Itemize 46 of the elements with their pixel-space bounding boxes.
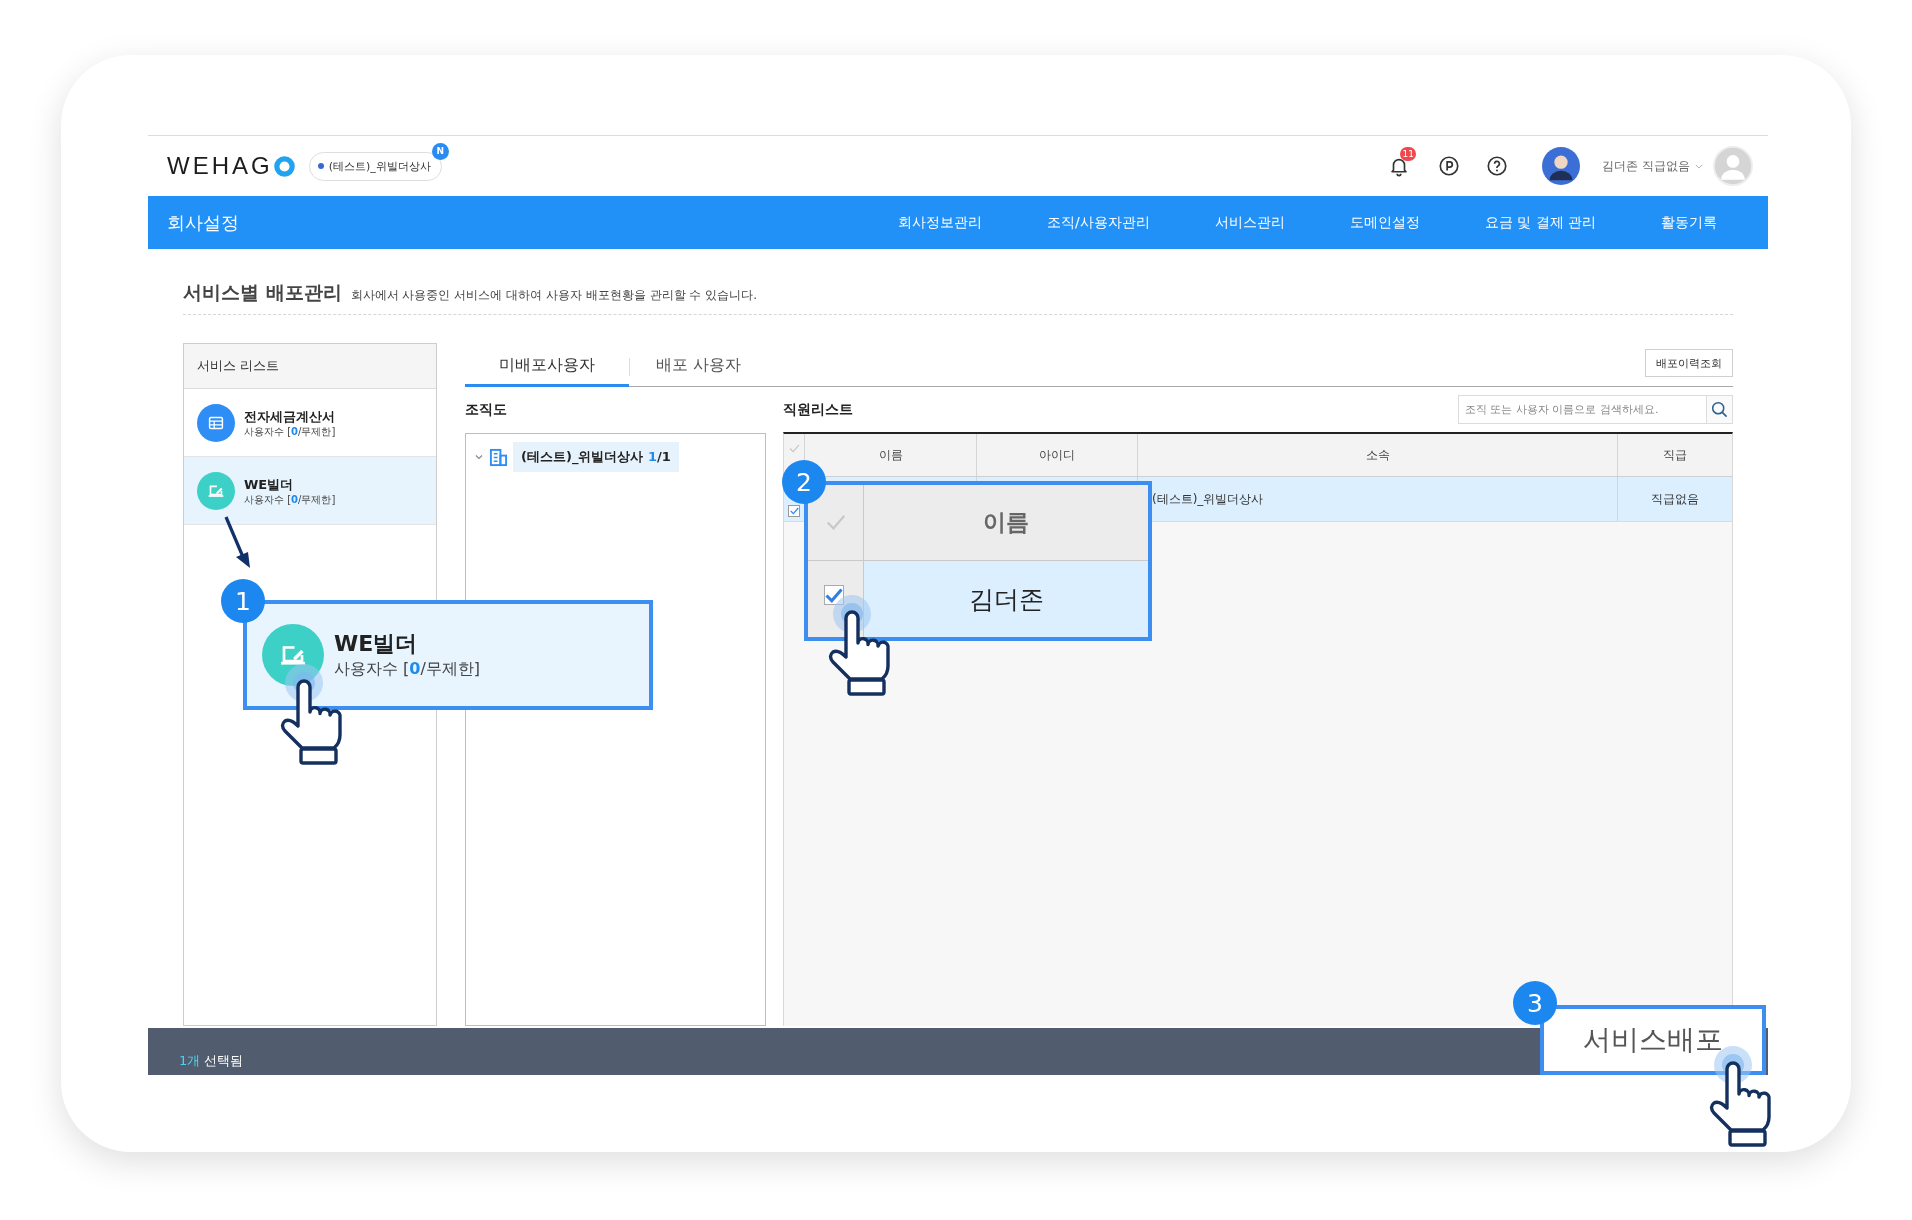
column-header[interactable]: 소속 (1365, 446, 1390, 464)
dot-icon (317, 163, 324, 169)
chevron-icon[interactable] (474, 452, 484, 462)
caret-icon (1695, 163, 1703, 169)
service-name: 전자세금계산서 (244, 407, 336, 425)
new-badge: N (431, 142, 449, 160)
section-title: 직원리스트 (783, 400, 853, 419)
point-icon[interactable] (1438, 155, 1461, 177)
user-count-text: 사용자수 [0/무제한] (244, 492, 336, 506)
checkbox[interactable] (823, 585, 844, 605)
panel-title: 서비스 리스트 (197, 357, 280, 375)
column-header[interactable]: 직급 (1663, 446, 1687, 464)
notification-count-badge: 11 (1400, 147, 1417, 161)
user-count-text: 사용자수 [0/무제한] (334, 658, 481, 680)
service-name: WE빌더 (334, 630, 419, 658)
page-title: 서비스별 배포관리 (183, 280, 342, 305)
ring-logo-icon (273, 155, 295, 177)
nav-title: 회사설정 (167, 210, 239, 235)
building-icon (489, 447, 508, 467)
selection-count-text: 1개 선택됨 (179, 1052, 244, 1070)
search-button[interactable] (1706, 395, 1733, 424)
column-header[interactable]: 이름 (878, 446, 903, 464)
checkmark-icon (825, 514, 846, 531)
user-avatar[interactable] (1542, 147, 1581, 185)
history-button[interactable]: 배포이력조회 (1645, 349, 1733, 377)
column-header: 이름 (983, 508, 1029, 537)
section-title: 조직도 (465, 401, 507, 419)
table-cell: (테스트)_위빌더상사 (1138, 477, 1618, 521)
user-menu-button[interactable]: 김더존 직급없음 (1602, 157, 1703, 175)
deploy-service-button[interactable]: 서비스배포 (1540, 1005, 1766, 1075)
tab[interactable]: 미배포사용자 (465, 347, 629, 387)
tree-node[interactable]: (테스트)_위빌더상사 1/1 (513, 442, 679, 472)
service-list-item[interactable]: WE빌더 사용자수 [0/무제한] (184, 457, 436, 525)
user-count-text: 사용자수 [0/무제한] (244, 424, 336, 438)
column-header[interactable]: 아이디 (1039, 446, 1075, 464)
table-cell: 김더존 (864, 561, 1148, 637)
checkbox[interactable] (788, 505, 800, 517)
service-name: WE빌더 (244, 475, 295, 493)
help-icon[interactable] (1486, 155, 1509, 177)
tab[interactable]: 배포 사용자 (630, 347, 768, 387)
page-description: 회사에서 사용중인 서비스에 대하여 사용자 배포현황을 관리할 수 있습니다. (350, 287, 757, 304)
table-cell: 직급없음 (1618, 477, 1732, 521)
search-field[interactable]: 조직 또는 사용자 이름으로 검색하세요. (1458, 395, 1706, 424)
logo-text: WEHAG (167, 154, 273, 178)
search-icon (1711, 401, 1728, 418)
checkmark-icon[interactable] (788, 443, 800, 453)
